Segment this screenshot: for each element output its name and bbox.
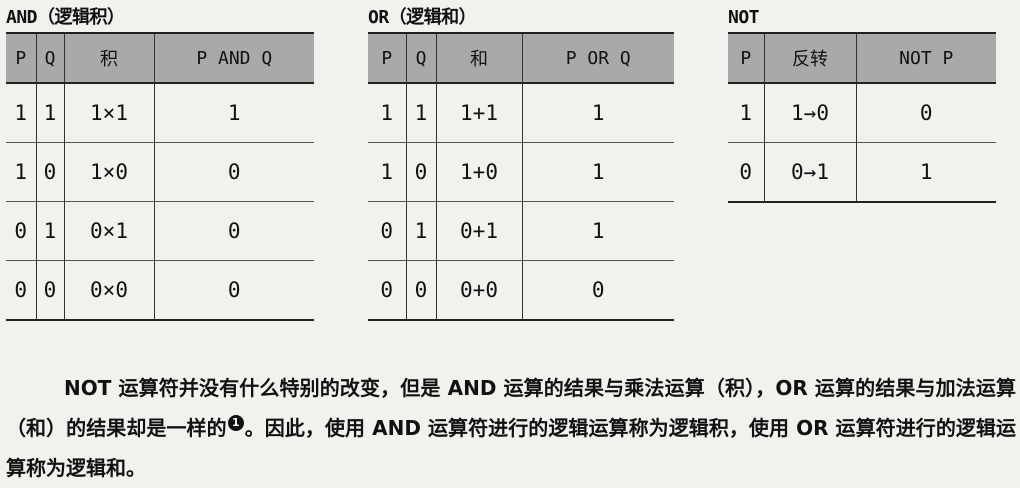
body-paragraph: NOT 运算符并没有什么特别的改变，但是 AND 运算的结果与乘法运算（积），O… [6, 368, 1016, 488]
table-cell: 1+1 [435, 82, 522, 143]
table-row: 1 1 1×1 1 [6, 82, 314, 143]
header-p: P [368, 33, 406, 84]
header-sum: 和 [435, 33, 522, 84]
table-header-row: P Q 积 P AND Q [6, 33, 314, 84]
table-cell: 1→0 [763, 82, 856, 143]
table-cell: 0 [6, 201, 36, 261]
header-q: Q [405, 33, 436, 84]
footnote-marker: 1 [227, 415, 244, 431]
table-row: 0 1 0+1 1 [368, 201, 674, 261]
and-table-title: AND（逻辑积） [6, 7, 125, 28]
table-cell: 0 [368, 260, 406, 320]
header-p-and-q: P AND Q [153, 33, 314, 84]
table-cell: 1 [35, 82, 64, 143]
table-cell: 1 [368, 82, 406, 143]
table-cell: 0 [728, 142, 764, 202]
header-invert: 反转 [763, 33, 856, 84]
header-not-p: NOT P [855, 33, 996, 84]
table-cell: 0 [35, 142, 64, 202]
table-cell: 1 [855, 142, 996, 202]
table-cell: 1 [368, 142, 406, 202]
table-row: 0 0 0+0 0 [368, 260, 674, 320]
table-cell: 0 [153, 201, 314, 261]
not-table-title: NOT [728, 7, 760, 28]
table-cell: 0 [153, 142, 314, 202]
table-cell: 0 [35, 260, 64, 320]
table-row: 1 1→0 0 [728, 82, 996, 143]
table-cell: 1 [521, 201, 674, 261]
table-cell: 0×0 [63, 260, 154, 320]
table-cell: 0 [6, 260, 36, 320]
table-cell: 1 [728, 82, 764, 143]
table-cell: 0×1 [63, 201, 154, 261]
table-row: 0 0 0×0 0 [6, 260, 314, 320]
table-cell: 1 [153, 82, 314, 143]
table-row: 1 0 1×0 0 [6, 142, 314, 202]
table-cell: 0+1 [435, 201, 522, 261]
table-row: 0 1 0×1 0 [6, 201, 314, 261]
table-cell: 1+0 [435, 142, 522, 202]
table-cell: 1 [521, 142, 674, 202]
table-cell: 0→1 [763, 142, 856, 202]
table-row: 1 1 1+1 1 [368, 82, 674, 143]
table-cell: 1 [6, 82, 36, 143]
header-p: P [728, 33, 764, 84]
table-cell: 1 [35, 201, 64, 261]
table-cell: 0 [368, 201, 406, 261]
table-cell: 1 [521, 82, 674, 143]
table-cell: 0 [521, 260, 674, 320]
header-p-or-q: P OR Q [521, 33, 674, 84]
table-cell: 1 [6, 142, 36, 202]
table-cell: 1 [405, 82, 436, 143]
table-cell: 1×1 [63, 82, 154, 143]
or-truth-table-block: OR（逻辑和） P Q 和 P OR Q 1 1 1+1 1 1 0 1+0 1… [368, 4, 674, 321]
not-truth-table: P 反转 NOT P 1 1→0 0 0 0→1 1 [728, 32, 996, 203]
header-p: P [6, 33, 36, 84]
table-row: 1 0 1+0 1 [368, 142, 674, 202]
not-truth-table-block: NOT P 反转 NOT P 1 1→0 0 0 0→1 1 [728, 4, 996, 203]
or-truth-table: P Q 和 P OR Q 1 1 1+1 1 1 0 1+0 1 0 1 0+1… [368, 32, 674, 321]
table-cell: 1 [405, 201, 436, 261]
table-cell: 0 [855, 82, 996, 143]
table-cell: 0 [405, 142, 436, 202]
header-product: 积 [63, 33, 154, 84]
table-cell: 0 [405, 260, 436, 320]
and-truth-table-block: AND（逻辑积） P Q 积 P AND Q 1 1 1×1 1 1 0 1×0… [6, 4, 314, 321]
table-header-row: P Q 和 P OR Q [368, 33, 674, 84]
and-truth-table: P Q 积 P AND Q 1 1 1×1 1 1 0 1×0 0 0 1 0×… [6, 32, 314, 321]
table-cell: 1×0 [63, 142, 154, 202]
table-cell: 0 [153, 260, 314, 320]
header-q: Q [35, 33, 64, 84]
or-table-title: OR（逻辑和） [368, 7, 477, 28]
table-row: 0 0→1 1 [728, 142, 996, 202]
table-cell: 0+0 [435, 260, 522, 320]
table-header-row: P 反转 NOT P [728, 33, 996, 84]
